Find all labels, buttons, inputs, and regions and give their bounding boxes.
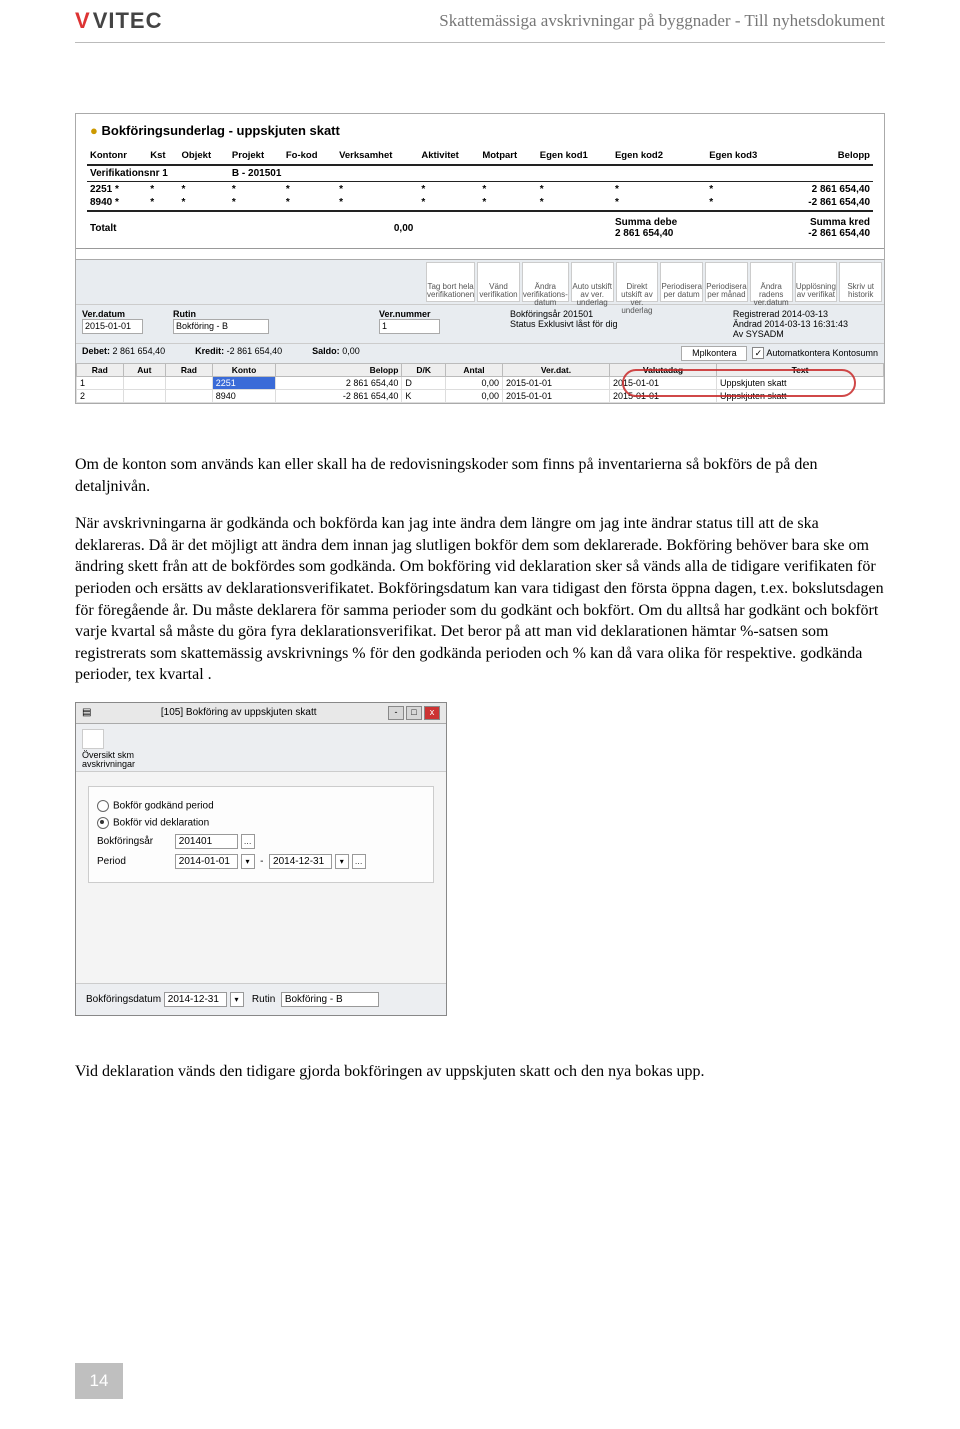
close-icon[interactable]: x	[424, 706, 440, 720]
fig1-sum-row: Debet: 2 861 654,40 Kredit: -2 861 654,4…	[76, 343, 884, 363]
bokforingsdatum-input[interactable]: 2014-12-31	[164, 992, 227, 1007]
fig1-ver-row: Verifikationsnr 1B - 201501	[86, 167, 874, 180]
toolbar-btn[interactable]: Periodisera per månad	[705, 262, 748, 302]
header-title: Skattemässiga avskrivningar på byggnader…	[162, 11, 885, 31]
fig1-column-header: KontonrKstObjekt ProjektFo-kodVerksamhet…	[86, 148, 874, 163]
minimize-icon[interactable]: -	[388, 706, 404, 720]
toolbar-btn[interactable]: Direkt utskift av ver. underlag	[616, 262, 659, 302]
toolbar-btn[interactable]: Tag bort hela verifikationen	[426, 262, 475, 302]
paragraph-2: När avskrivningarna är godkända och bokf…	[75, 513, 885, 686]
fig1-grid: RadAutRad KontoBeloppD/K AntalVer.dat.Va…	[76, 363, 884, 403]
maximize-icon[interactable]: □	[406, 706, 422, 720]
toolbar-btn[interactable]: Ändra verifikations-datum	[522, 262, 569, 302]
mplkontera-button[interactable]: Mplkontera	[681, 346, 747, 361]
fig1-data-row: 2251 ***********2 861 654,40	[86, 183, 874, 196]
grid-row[interactable]: 2 8940 -2 861 654,40K 0,002015-01-01 201…	[77, 390, 884, 403]
dialog-toolbar: Översikt skm avskrivningar	[76, 724, 446, 772]
figure-bokforing-dialog: ▤ [105] Bokföring av uppskjuten skatt - …	[75, 702, 447, 1016]
vernummer-input[interactable]: 1	[379, 319, 440, 334]
radio-godkand[interactable]: Bokför godkänd period	[97, 800, 425, 812]
dialog-bottom: Bokföringsdatum 2014-12-31 ▾ Rutin Bokfö…	[76, 983, 446, 1015]
period-to-input[interactable]: 2014-12-31	[269, 854, 332, 869]
window-icon: ▤	[82, 707, 91, 718]
lookup-icon[interactable]: …	[352, 854, 366, 869]
dropdown-icon[interactable]: ▾	[241, 854, 255, 869]
figure-bokforingsunderlag: ● Bokföringsunderlag - uppskjuten skatt …	[75, 113, 885, 404]
toolbar-btn[interactable]: Vänd verifikation	[477, 262, 520, 302]
paragraph-3: Vid deklaration vänds den tidigare gjord…	[75, 1061, 885, 1083]
fig1-data-row: 8940 ***********-2 861 654,40	[86, 196, 874, 209]
rutin-input[interactable]: Bokföring - B	[173, 319, 269, 334]
dropdown-icon[interactable]: ▾	[230, 992, 244, 1007]
fig1-meta-row: Ver.datum2015-01-01 RutinBokföring - B V…	[76, 304, 884, 343]
verdatum-input[interactable]: 2015-01-01	[82, 319, 143, 334]
rutin-input[interactable]: Bokföring - B	[281, 992, 379, 1007]
period-from-input[interactable]: 2014-01-01	[175, 854, 238, 869]
toolbar-btn[interactable]: Upplösning av verifikat	[795, 262, 838, 302]
vitec-logo: VVITEC	[75, 8, 162, 34]
paragraph-1: Om de konton som används kan eller skall…	[75, 454, 885, 497]
toolbar-btn[interactable]: Auto utskift av ver. underlag	[571, 262, 614, 302]
page-header: VVITEC Skattemässiga avskrivningar på by…	[75, 0, 885, 43]
dialog-titlebar: ▤ [105] Bokföring av uppskjuten skatt - …	[76, 703, 446, 724]
grid-row[interactable]: 1 2251 2 861 654,40D 0,002015-01-01 2015…	[77, 377, 884, 390]
radio-deklaration[interactable]: Bokför vid deklaration	[97, 817, 425, 829]
toolbar-btn[interactable]: Periodisera per datum	[660, 262, 703, 302]
fig1-total-row: Totalt 0,00 Summa debe2 861 654,40 Summa…	[86, 213, 874, 243]
fig1-title: ● Bokföringsunderlag - uppskjuten skatt	[90, 123, 874, 138]
bokforingsar-input[interactable]: 201401	[175, 834, 238, 849]
dropdown-icon[interactable]: ▾	[335, 854, 349, 869]
page-number: 14	[75, 1363, 123, 1399]
automatkontera-checkbox[interactable]: ✓	[752, 347, 764, 359]
fig1-toolbar: Tag bort hela verifikationen Vänd verifi…	[76, 259, 884, 304]
toolbar-btn[interactable]: Ändra radens ver.datum	[750, 262, 793, 302]
oversikt-button[interactable]: Översikt skm avskrivningar	[82, 729, 137, 769]
lookup-icon[interactable]: …	[241, 834, 255, 849]
toolbar-btn[interactable]: Skriv ut historik	[839, 262, 882, 302]
